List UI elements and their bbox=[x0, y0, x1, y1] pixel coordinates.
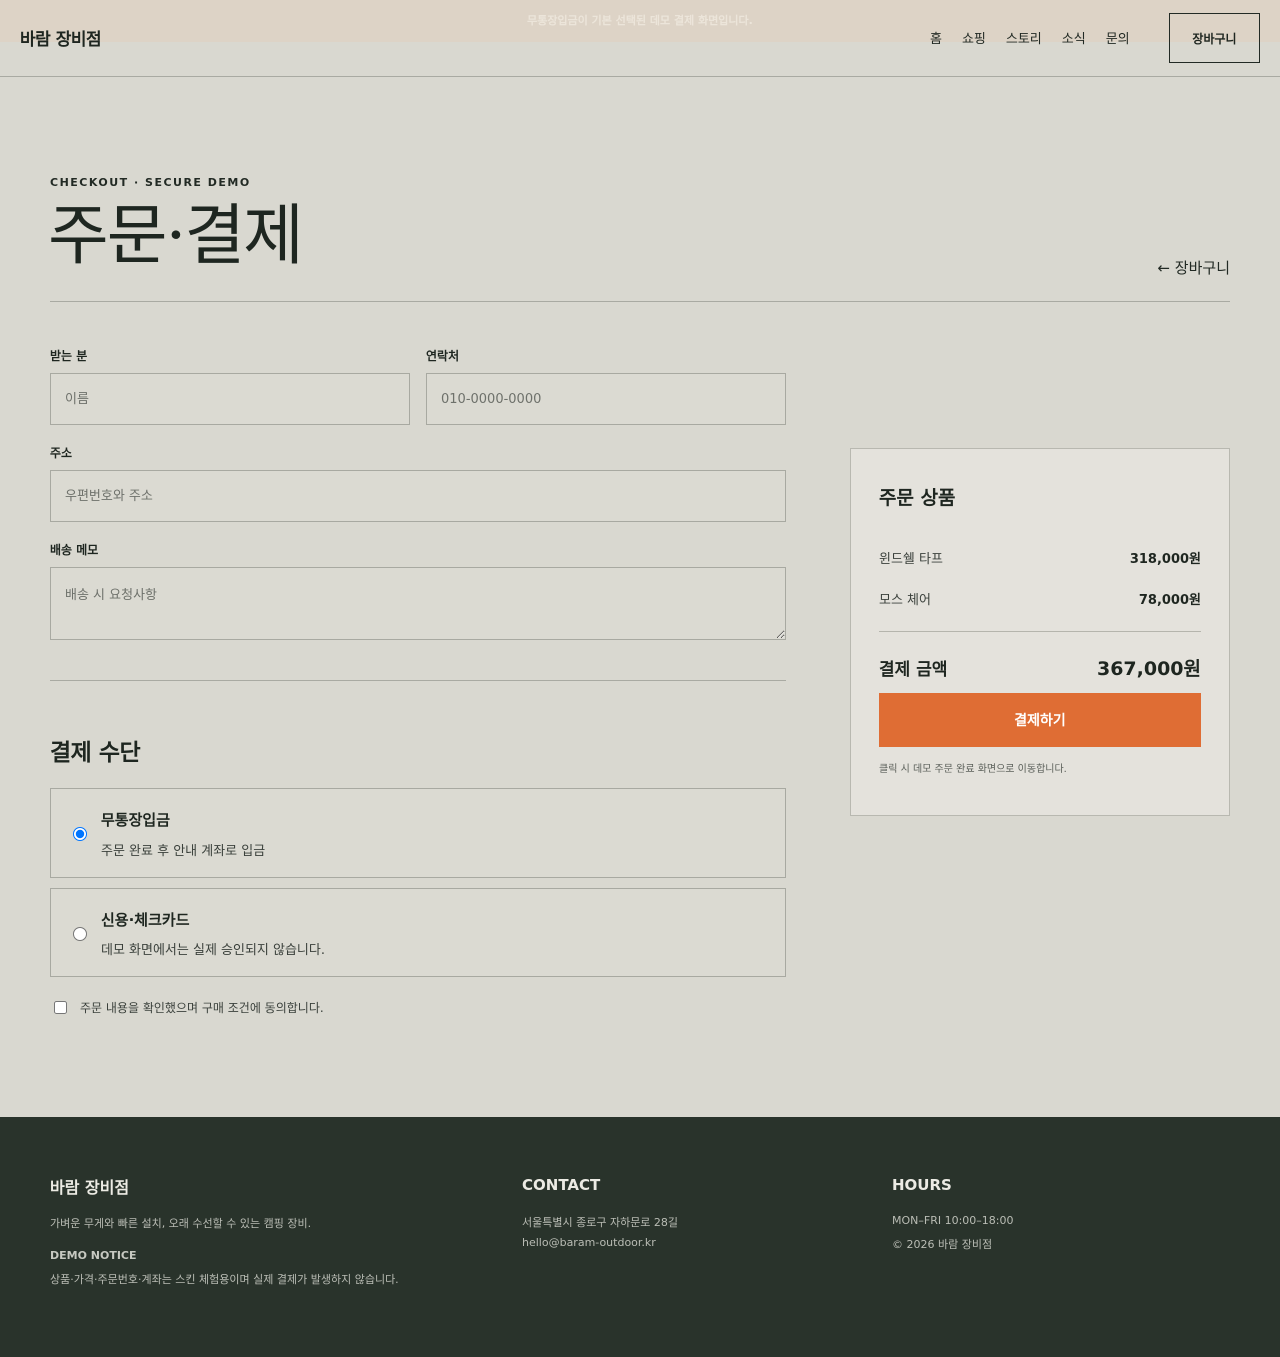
page-title: 주문·결제 bbox=[48, 197, 304, 274]
address-input[interactable] bbox=[50, 470, 786, 522]
main-nav: 홈 쇼핑 스토리 소식 문의 bbox=[930, 28, 1150, 47]
nav-contact[interactable]: 문의 bbox=[1106, 28, 1130, 47]
footer-email[interactable]: hello@baram-outdoor.kr bbox=[522, 1236, 656, 1249]
card-radio[interactable] bbox=[73, 927, 87, 941]
form-divider bbox=[50, 680, 786, 681]
bank-transfer-desc: 주문 완료 후 안내 계좌로 입금 bbox=[101, 844, 266, 859]
footer-brand: 바람 장비점 bbox=[50, 1178, 130, 1197]
page-eyebrow: CHECKOUT · SECURE DEMO bbox=[50, 176, 251, 189]
footer-address: 서울특별시 종로구 자하문로 28길 bbox=[522, 1216, 679, 1229]
total-label: 결제 금액 bbox=[879, 660, 948, 680]
phone-input[interactable] bbox=[426, 373, 786, 425]
agree-checkbox[interactable] bbox=[54, 1001, 67, 1014]
footer-copyright: © 2026 바람 장비점 bbox=[892, 1238, 993, 1251]
nav-shop[interactable]: 쇼핑 bbox=[962, 28, 986, 47]
phone-label: 연락처 bbox=[426, 349, 460, 363]
nav-story[interactable]: 스토리 bbox=[1006, 28, 1042, 47]
item-name: 윈드쉘 타프 bbox=[879, 552, 943, 567]
payment-option-bank-transfer[interactable]: 무통장입금 주문 완료 후 안내 계좌로 입금 bbox=[50, 788, 786, 878]
payment-section-title: 결제 수단 bbox=[50, 740, 141, 766]
recipient-input[interactable] bbox=[50, 373, 410, 425]
footer-hours-title: HOURS bbox=[892, 1176, 952, 1194]
bank-transfer-radio[interactable] bbox=[73, 827, 87, 841]
address-label: 주소 bbox=[50, 446, 73, 460]
list-item: 윈드쉘 타프 318,000원 bbox=[879, 548, 1201, 567]
recipient-label: 받는 분 bbox=[50, 349, 88, 363]
agree-terms[interactable]: 주문 내용을 확인했으며 구매 조건에 동의합니다. bbox=[54, 999, 324, 1016]
site-header: 바람 장비점 홈 쇼핑 스토리 소식 문의 장바구니 bbox=[0, 0, 1280, 77]
memo-label: 배송 메모 bbox=[50, 543, 99, 557]
item-name: 모스 체어 bbox=[879, 593, 931, 608]
bank-transfer-title: 무통장입금 bbox=[101, 811, 171, 829]
order-summary: 주문 상품 윈드쉘 타프 318,000원 모스 체어 78,000원 결제 금… bbox=[850, 448, 1230, 816]
memo-textarea[interactable] bbox=[50, 567, 786, 640]
card-title: 신용·체크카드 bbox=[101, 911, 190, 929]
pay-button[interactable]: 결제하기 bbox=[879, 693, 1201, 747]
footer-hours: MON–FRI 10:00–18:00 bbox=[892, 1214, 1014, 1227]
total-value: 367,000원 bbox=[1096, 658, 1201, 680]
total-row: 결제 금액 367,000원 bbox=[879, 654, 1201, 681]
summary-title: 주문 상품 bbox=[879, 487, 956, 509]
nav-home[interactable]: 홈 bbox=[930, 28, 942, 47]
footer-tagline: 가벼운 무게와 빠른 설치, 오래 수선할 수 있는 캠핑 장비. bbox=[50, 1217, 312, 1230]
back-to-cart-link[interactable]: ← 장바구니 bbox=[1157, 257, 1230, 278]
footer-notice-title: DEMO NOTICE bbox=[50, 1249, 137, 1262]
summary-divider bbox=[879, 631, 1201, 632]
brand-logo[interactable]: 바람 장비점 bbox=[20, 25, 102, 50]
nav-news[interactable]: 소식 bbox=[1062, 28, 1086, 47]
cart-button[interactable]: 장바구니 bbox=[1169, 13, 1260, 63]
item-price: 318,000원 bbox=[1129, 552, 1201, 567]
agree-label: 주문 내용을 확인했으며 구매 조건에 동의합니다. bbox=[80, 1001, 324, 1015]
site-footer: 바람 장비점 가벼운 무게와 빠른 설치, 오래 수선할 수 있는 캠핑 장비.… bbox=[0, 1117, 1280, 1357]
footer-contact-title: CONTACT bbox=[522, 1176, 601, 1194]
footer-notice-text: 상품·가격·주문번호·계좌는 스킨 체험용이며 실제 결제가 발생하지 않습니다… bbox=[50, 1273, 399, 1286]
title-divider bbox=[50, 301, 1230, 302]
summary-note: 클릭 시 데모 주문 완료 화면으로 이동합니다. bbox=[879, 764, 1067, 775]
list-item: 모스 체어 78,000원 bbox=[879, 589, 1201, 608]
item-price: 78,000원 bbox=[1138, 593, 1201, 608]
card-desc: 데모 화면에서는 실제 승인되지 않습니다. bbox=[101, 943, 325, 958]
payment-option-card[interactable]: 신용·체크카드 데모 화면에서는 실제 승인되지 않습니다. bbox=[50, 888, 786, 977]
